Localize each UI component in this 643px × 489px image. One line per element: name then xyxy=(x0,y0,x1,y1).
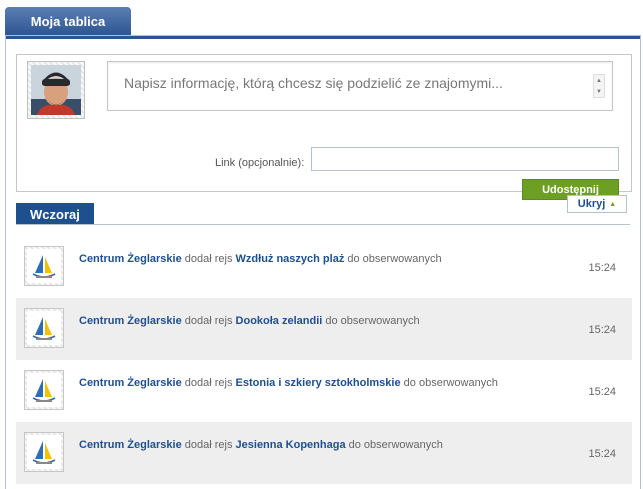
day-divider xyxy=(16,224,630,225)
sail-logo-icon xyxy=(32,379,56,402)
feed-item: Centrum Żeglarskie dodał rejs Jesienna K… xyxy=(16,422,632,484)
sail-logo-icon xyxy=(32,441,56,464)
suffix-text: do obserwowanych xyxy=(347,253,442,265)
organization-logo[interactable] xyxy=(24,432,64,472)
status-field-wrapper: ▲ ▼ xyxy=(107,61,613,111)
feed-time: 15:24 xyxy=(588,386,616,398)
arrow-up-icon[interactable]: ▲ xyxy=(596,78,602,84)
actor-link[interactable]: Centrum Żeglarskie xyxy=(79,439,182,451)
feed-text: Centrum Żeglarskie dodał rejs Jesienna K… xyxy=(79,435,499,455)
status-input[interactable] xyxy=(108,62,612,110)
link-input[interactable] xyxy=(311,147,619,171)
day-label: Wczoraj xyxy=(30,206,80,222)
feed-time: 15:24 xyxy=(588,324,616,336)
link-label: Link (opcjonalnie): xyxy=(215,157,305,169)
tab-title: Moja tablica xyxy=(30,14,106,29)
suffix-text: do obserwowanych xyxy=(348,439,443,451)
suffix-text: do obserwowanych xyxy=(403,377,498,389)
actor-link[interactable]: Centrum Żeglarskie xyxy=(79,315,182,327)
cruise-link[interactable]: Wzdłuż naszych plaż xyxy=(236,253,345,265)
organization-logo[interactable] xyxy=(24,370,64,410)
feed-item: Centrum Żeglarskie dodał rejs Wzdłuż nas… xyxy=(16,236,632,298)
wall-panel: ▲ ▼ Link (opcjonalnie): Udostępnij Wczor… xyxy=(5,35,641,489)
action-text: dodał rejs xyxy=(184,377,233,389)
tab-my-wall[interactable]: Moja tablica xyxy=(5,7,131,36)
organization-logo[interactable] xyxy=(24,308,64,348)
hide-button[interactable]: Ukryj ▲ xyxy=(567,195,627,213)
action-text: dodał rejs xyxy=(184,439,233,451)
feed-time: 15:24 xyxy=(588,448,616,460)
day-header: Wczoraj xyxy=(16,203,94,225)
activity-feed: Centrum Żeglarskie dodał rejs Wzdłuż nas… xyxy=(16,236,632,484)
user-avatar xyxy=(27,61,85,119)
post-composer: ▲ ▼ Link (opcjonalnie): Udostępnij xyxy=(16,54,632,200)
feed-time: 15:24 xyxy=(588,262,616,274)
feed-text: Centrum Żeglarskie dodał rejs Wzdłuż nas… xyxy=(79,249,499,269)
cruise-link[interactable]: Estonia i szkiery sztokholmskie xyxy=(236,377,401,389)
action-text: dodał rejs xyxy=(184,315,233,327)
suffix-text: do obserwowanych xyxy=(325,315,420,327)
cruise-link[interactable]: Dookoła zelandii xyxy=(236,315,323,327)
arrow-down-icon[interactable]: ▼ xyxy=(596,89,602,95)
feed-text: Centrum Żeglarskie dodał rejs Estonia i … xyxy=(79,373,499,393)
hide-label: Ukryj xyxy=(577,198,606,210)
textarea-scroll-arrows[interactable]: ▲ ▼ xyxy=(593,74,605,98)
sail-logo-icon xyxy=(32,255,56,278)
feed-text: Centrum Żeglarskie dodał rejs Dookoła ze… xyxy=(79,311,499,331)
feed-item: Centrum Żeglarskie dodał rejs Estonia i … xyxy=(16,360,632,422)
user-photo xyxy=(31,65,81,115)
action-text: dodał rejs xyxy=(184,253,233,265)
sail-logo-icon xyxy=(32,317,56,340)
actor-link[interactable]: Centrum Żeglarskie xyxy=(79,253,182,265)
organization-logo[interactable] xyxy=(24,246,64,286)
feed-item: Centrum Żeglarskie dodał rejs Dookoła ze… xyxy=(16,298,632,360)
cruise-link[interactable]: Jesienna Kopenhaga xyxy=(236,439,346,451)
caret-up-icon: ▲ xyxy=(609,200,617,208)
actor-link[interactable]: Centrum Żeglarskie xyxy=(79,377,182,389)
